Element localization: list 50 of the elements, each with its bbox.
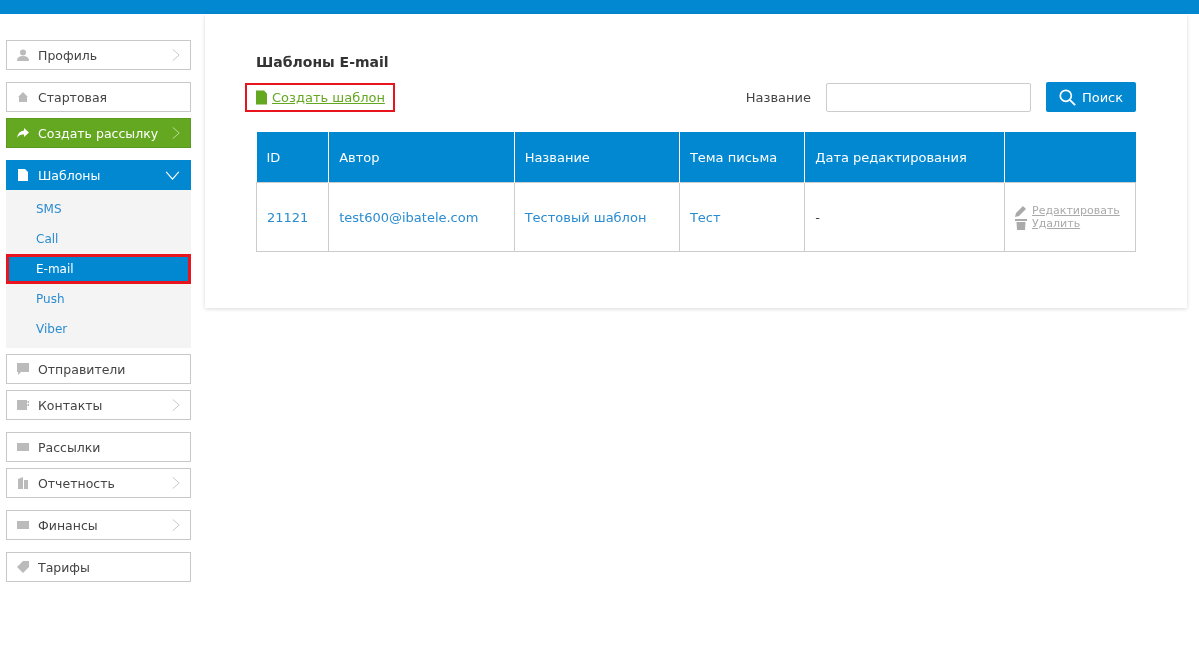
submenu-item[interactable]: E-mail <box>6 254 191 284</box>
report-icon <box>17 477 29 489</box>
submenu-item[interactable]: Push <box>6 284 191 314</box>
column-header: Автор <box>328 132 515 183</box>
sidebar-item[interactable]: Отправители <box>6 354 191 384</box>
sidebar-item[interactable]: Стартовая <box>6 82 191 112</box>
chevron-right-icon <box>172 518 180 532</box>
create-template-link[interactable]: Создать шаблон <box>245 82 395 112</box>
pencil-icon <box>1015 204 1027 217</box>
column-header: Тема письма <box>679 132 805 183</box>
speech-bubble-icon <box>17 363 29 375</box>
page-title: Шаблоны E-mail <box>256 54 390 70</box>
sidebar-item[interactable]: Создать рассылку <box>6 118 191 148</box>
contact-card-icon <box>17 399 29 411</box>
sidebar-item[interactable]: Шаблоны <box>6 160 191 190</box>
sidebar-item[interactable]: Тарифы <box>6 552 191 582</box>
sidebar-item[interactable]: Профиль <box>6 40 191 70</box>
search-button[interactable]: Поиск <box>1046 82 1136 112</box>
chevron-right-icon <box>172 476 180 490</box>
table-cell: test600@ibatele.com <box>328 182 515 252</box>
chevron-right-icon <box>172 126 180 140</box>
sidebar-item[interactable]: Рассылки <box>6 432 191 462</box>
tag-icon <box>17 561 29 573</box>
search-icon <box>1058 88 1076 106</box>
chevron-right-icon <box>172 48 180 62</box>
sidebar-item[interactable]: Контакты <box>6 390 191 420</box>
chevron-down-icon <box>165 170 180 180</box>
document-icon <box>17 169 29 181</box>
house-icon <box>17 91 29 103</box>
column-header: Дата редактирования <box>804 132 1005 183</box>
name-input-field[interactable] <box>826 82 1031 112</box>
chevron-right-icon <box>172 398 180 412</box>
person-icon <box>17 49 29 61</box>
share-arrow-icon <box>17 127 29 139</box>
submenu-item[interactable]: SMS <box>6 194 191 224</box>
table-cell: Тест <box>679 182 805 252</box>
table-cell: Тестовый шаблон <box>514 182 680 252</box>
table-cell: - <box>804 182 1005 252</box>
sidebar-item[interactable]: Финансы <box>6 510 191 540</box>
table-cell: 21121 <box>256 182 329 252</box>
name-label: Название <box>745 89 811 105</box>
submenu-item[interactable]: Call <box>6 224 191 254</box>
document-icon <box>256 89 267 105</box>
edit-link[interactable]: Редактировать <box>1015 204 1125 217</box>
column-header: ID <box>256 132 329 183</box>
trash-icon <box>1015 217 1027 230</box>
delete-link[interactable]: Удалить <box>1015 217 1125 230</box>
sidebar-item[interactable]: Отчетность <box>6 468 191 498</box>
submenu-item[interactable]: Viber <box>6 314 191 344</box>
column-header: Название <box>514 132 680 183</box>
